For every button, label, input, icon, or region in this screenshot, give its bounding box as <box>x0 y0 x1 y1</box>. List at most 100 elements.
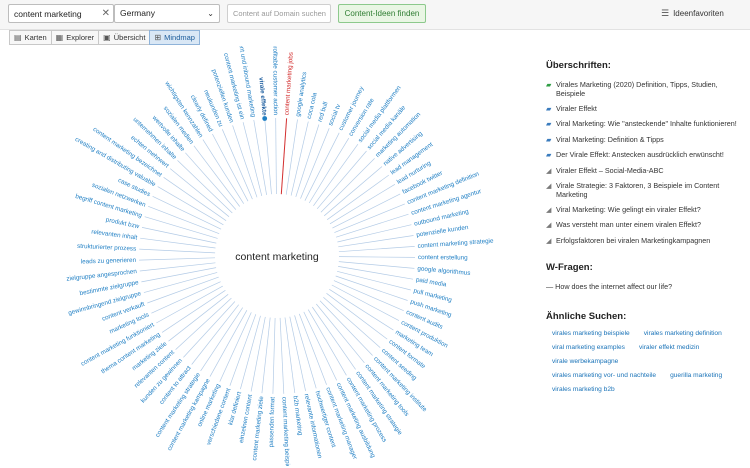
heading-text: Was versteht man unter einem viralen Eff… <box>556 220 702 229</box>
mindmap-line <box>313 143 359 207</box>
tab-uebersicht[interactable]: ▣ Übersicht <box>98 30 150 45</box>
tab-label: Übersicht <box>113 33 146 42</box>
heading-item[interactable]: ◢ Erfolgsfaktoren bei viralen Marketingka… <box>546 236 746 246</box>
list-icon: ☰ <box>661 8 670 18</box>
megaphone-icon: ◢ <box>546 222 552 229</box>
mindmap-line <box>294 315 317 389</box>
search-input[interactable] <box>9 5 101 22</box>
mindmap-line <box>275 117 277 195</box>
book-icon: ▰ <box>546 82 552 89</box>
mindmap-center: content marketing <box>235 251 319 263</box>
heading-item[interactable]: ◢ Viral Marketing: Wie gelingt ein virale… <box>546 205 746 215</box>
mindmap-node[interactable]: content marketing strategie <box>417 238 494 250</box>
mindmap-line <box>284 317 296 393</box>
wfragen-title: W-Fragen: <box>546 261 593 273</box>
find-ideas-button[interactable]: Content-Ideen finden <box>338 4 426 23</box>
tab-mindmap[interactable]: ⊞ Mindmap <box>149 30 200 45</box>
heading-text: Virale Strategie: 3 Faktoren, 3 Beispiel… <box>556 181 720 199</box>
similar-link[interactable]: virales marketing definition <box>644 330 722 337</box>
mindmap-node[interactable]: passenden format <box>268 397 277 448</box>
mindmap-node-dot <box>262 116 268 121</box>
tab-explorer[interactable]: ▦ Explorer <box>50 30 99 45</box>
mindmap-line <box>319 300 373 356</box>
mindmap-node[interactable]: produkt bzw <box>105 216 140 230</box>
mindmap-line <box>338 235 414 248</box>
mindmap-line <box>229 314 257 386</box>
similar-link[interactable]: guerilla marketing <box>670 372 722 379</box>
mindmap-line <box>272 317 276 394</box>
mindmap-node[interactable]: customer journey <box>338 85 366 132</box>
mindmap-line <box>329 289 394 331</box>
mindmap-node[interactable]: content marketing jobs <box>283 52 294 116</box>
mindmap-node[interactable]: gewinnbringend zielgruppe <box>68 290 143 317</box>
favorites-label: Ideenfavoriten <box>673 9 724 18</box>
heading-item[interactable]: ▰ Viraler Effekt <box>546 104 746 114</box>
mindmap-line <box>280 118 288 195</box>
mindmap-line <box>338 261 415 269</box>
mindmap-line <box>169 168 230 217</box>
mindmap-line <box>300 128 330 199</box>
book-icon: ▰ <box>546 105 552 113</box>
mindmap-line <box>209 310 248 377</box>
similar-link[interactable]: viraler effekt medizin <box>639 344 699 351</box>
mindmap-node[interactable]: coca cola <box>306 92 319 120</box>
similar-link[interactable]: virales marketing beispiele <box>552 330 630 337</box>
mindmap-line <box>298 313 327 385</box>
similar-searches: virales marketing beispiele virales mark… <box>546 330 742 400</box>
mindmap-line <box>316 150 367 210</box>
similar-link[interactable]: viral marketing examples <box>552 344 625 351</box>
question-item[interactable]: — How does the internet affect our life? <box>546 282 746 291</box>
mindmap-line <box>139 257 216 261</box>
clear-icon[interactable]: ✕ <box>102 7 110 20</box>
similar-link[interactable]: virales marketing vor- und nachteile <box>552 372 656 379</box>
heading-item[interactable]: ◢ Virale Strategie: 3 Faktoren, 3 Beispie… <box>546 181 746 199</box>
heading-text: Viral Marketing: Wie "ansteckende" Inhal… <box>556 119 737 128</box>
mindmap-line <box>307 309 347 376</box>
mindmap-node[interactable]: paid media <box>415 276 447 288</box>
country-select[interactable]: Germany ⌄ <box>114 4 220 23</box>
mindmap-node[interactable]: virale effekte <box>257 77 267 116</box>
heading-text: Viraler Effekt – Social-Media-ABC <box>556 165 664 175</box>
mindmap-node[interactable]: red bull <box>317 101 330 123</box>
heading-item[interactable]: ▰ Viral Marketing: Definition & Tipps <box>546 135 746 145</box>
similar-link[interactable]: virale werbekampagne <box>552 358 618 365</box>
table-icon: ▦ <box>55 33 64 42</box>
mindmap: content marketing jobs google analyticsco… <box>66 46 494 466</box>
mindmap-line <box>338 266 414 280</box>
mindmap-line <box>308 137 350 204</box>
mindmap-line <box>326 174 390 220</box>
mindmap-line <box>177 160 233 214</box>
mindmap-line <box>141 227 217 244</box>
heading-item[interactable]: ▰ Der Virale Effekt: Anstecken ausdrückli… <box>546 150 746 160</box>
heading-text: Erfolgsfaktoren bei viralen Marketingkam… <box>556 235 711 245</box>
mindmap-node[interactable]: profitable customer action <box>271 46 279 116</box>
mindmap-line <box>304 132 340 201</box>
similar-link[interactable]: virales marketing b2b <box>552 386 615 393</box>
mindmap-line <box>285 119 298 195</box>
mindmap-line <box>253 119 267 195</box>
mindmap-line <box>337 270 411 291</box>
mindmap-node[interactable]: content marketing beispiele <box>280 397 291 466</box>
mindmap-node[interactable]: google analytics <box>295 71 309 117</box>
mindmap-node[interactable]: strukturierter prozess <box>77 243 136 253</box>
mindmap-node[interactable]: content erstellung <box>418 254 468 262</box>
mindmap-line <box>156 285 223 324</box>
megaphone-icon: ◢ <box>546 183 552 190</box>
heading-text: Viraler Effekt <box>556 103 597 113</box>
heading-item[interactable]: ◢ Viraler Effekt – Social-Media-ABC <box>546 166 746 176</box>
mindmap-node[interactable]: content marketing ziele <box>251 395 265 461</box>
mindmap-node[interactable]: b2b marketing <box>291 395 303 436</box>
mindmap-line <box>303 311 338 381</box>
favorites-link[interactable]: ☰ Ideenfavoriten <box>661 8 724 19</box>
mindmap-node[interactable]: leads zu generieren <box>81 257 137 266</box>
heading-item[interactable]: ▰ Virales Marketing (2020) Definition, Ti… <box>546 80 746 98</box>
mindmap-line <box>148 205 220 235</box>
mindmap-node[interactable]: google algorithmus <box>417 265 471 277</box>
mindmap-node[interactable]: potenzielle kunden <box>416 224 469 239</box>
domain-input[interactable] <box>227 4 331 23</box>
heading-item[interactable]: ▰ Viral Marketing: Wie "ansteckende" Inha… <box>546 119 746 129</box>
mindmap-node[interactable]: relevanten inhalt <box>91 229 138 242</box>
mindmap-line <box>143 272 218 293</box>
heading-item[interactable]: ◢ Was versteht man unter einem viralen Ef… <box>546 220 746 230</box>
tab-karten[interactable]: ▤ Karten <box>9 30 51 45</box>
